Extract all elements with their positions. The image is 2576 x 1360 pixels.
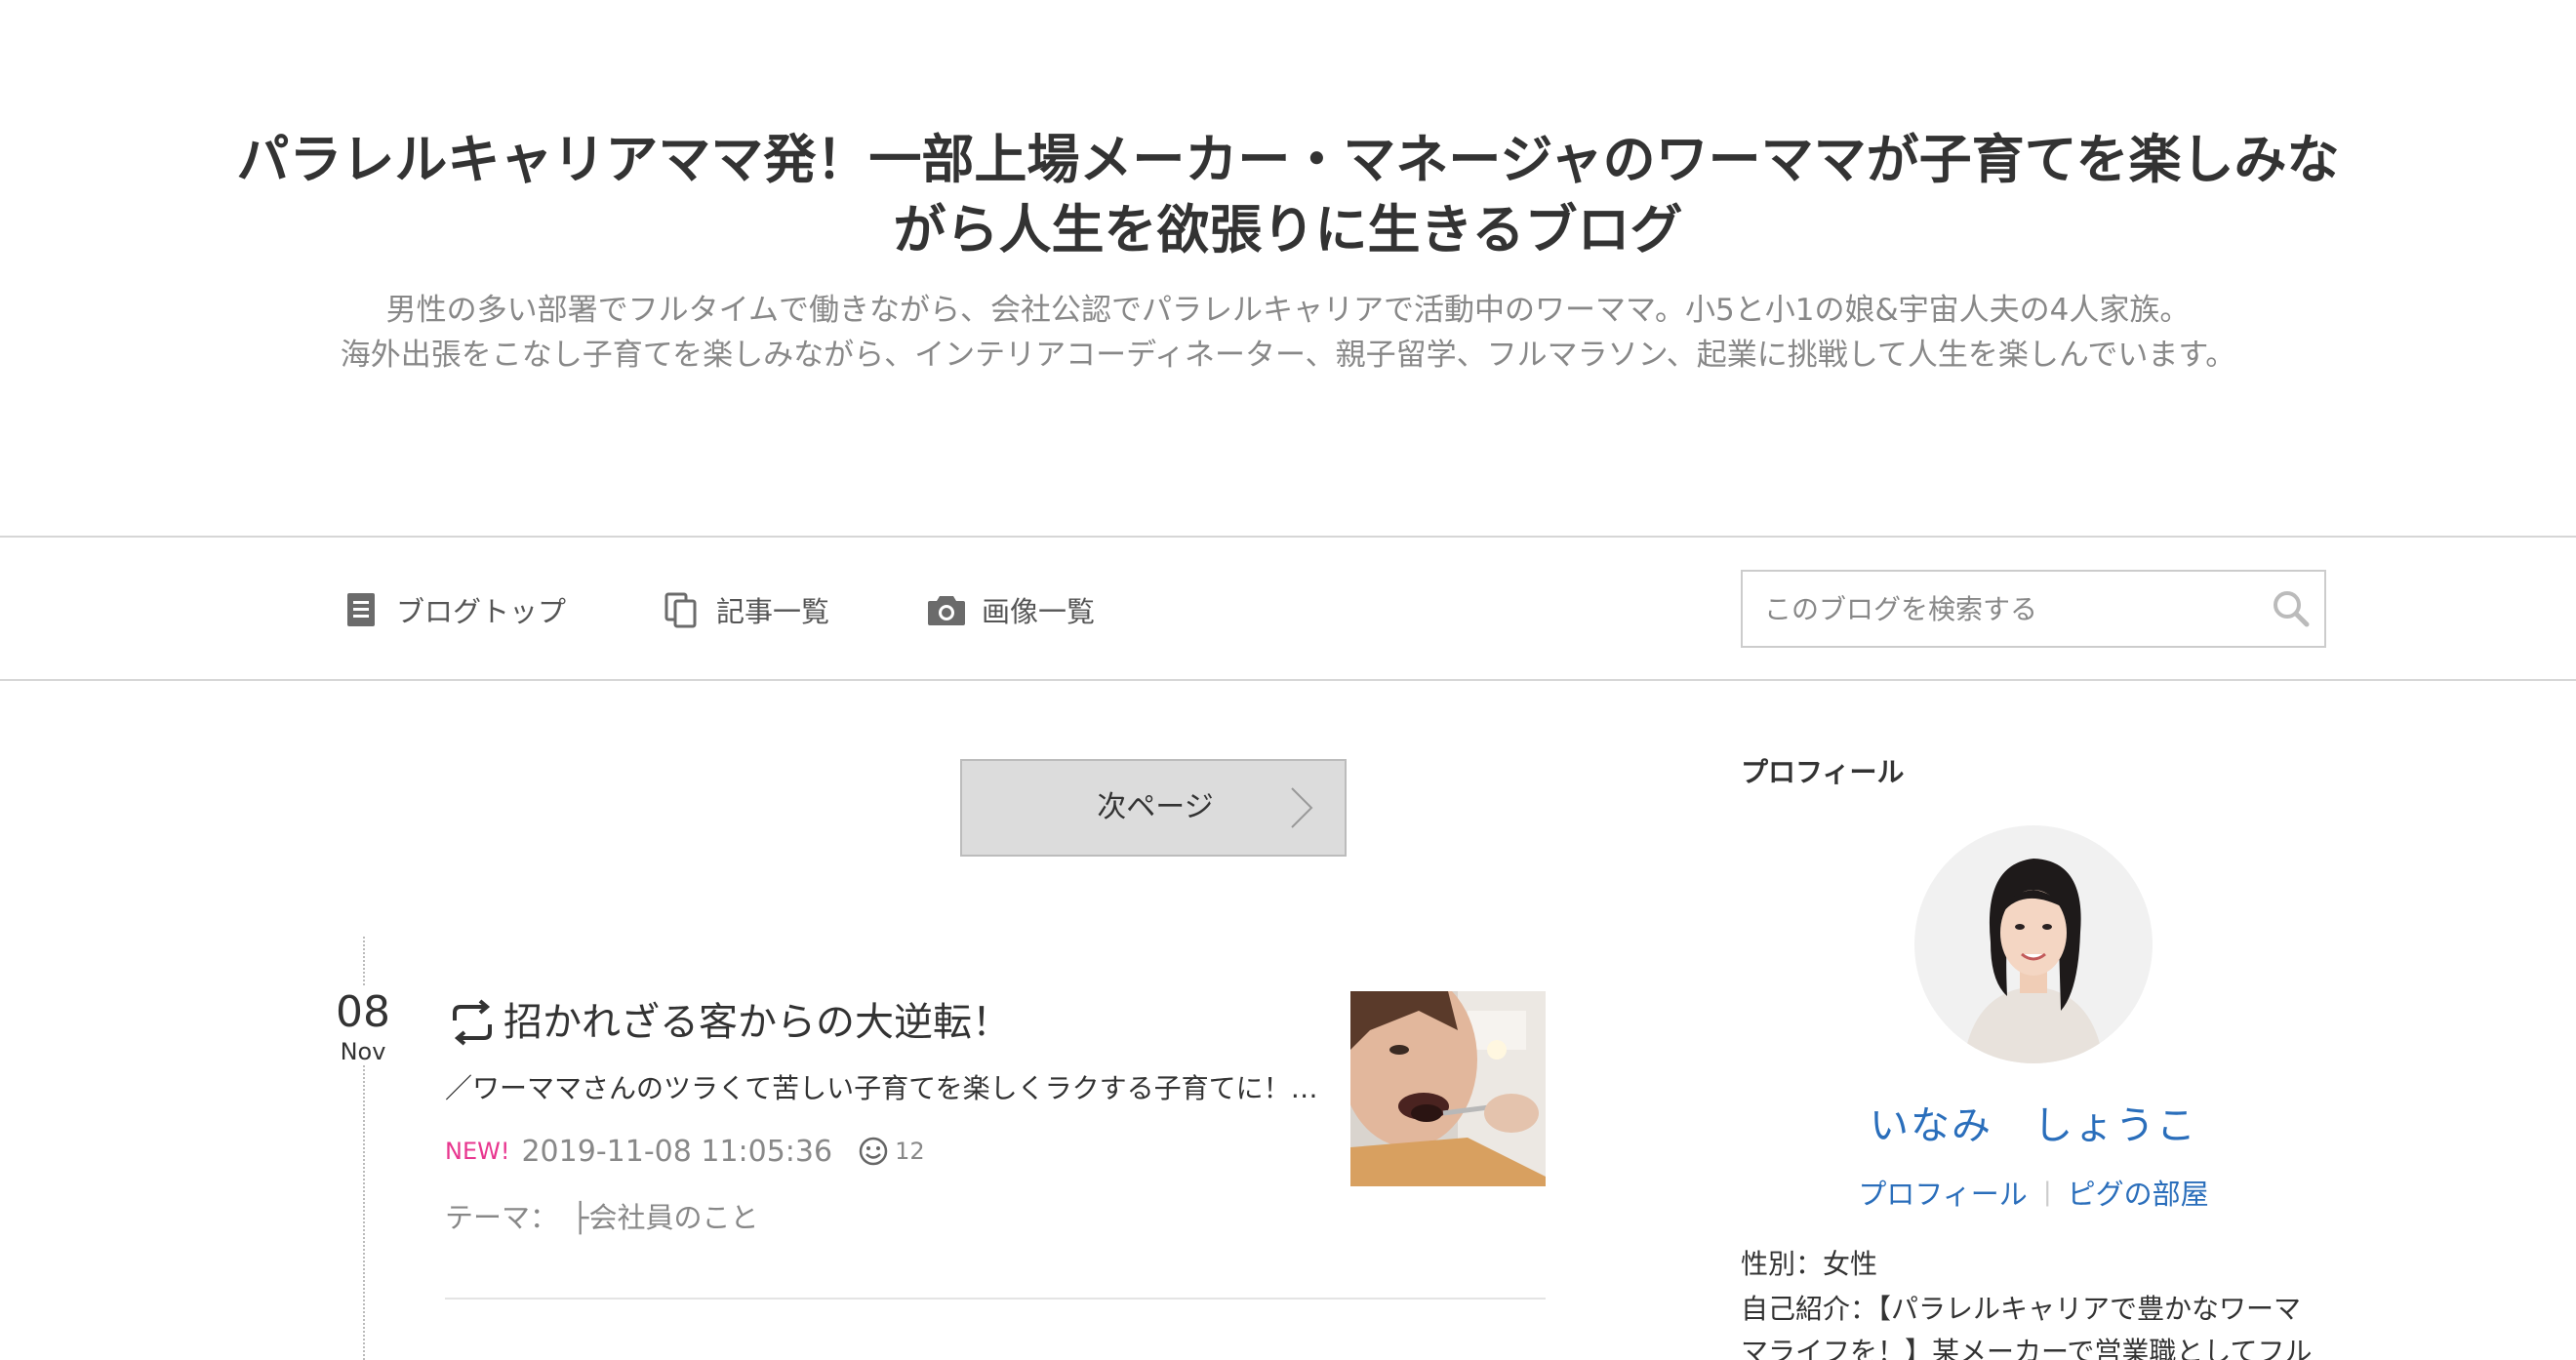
nav-entry-list[interactable]: 記事一覧	[662, 586, 829, 633]
reblog-icon	[447, 999, 498, 1046]
post-excerpt: ／ワーママさんのツラくて苦しい子育てを楽しくラクする子育てに！…	[445, 1072, 1318, 1104]
profile-links: プロフィール | ピグの部屋	[1741, 1171, 2326, 1214]
like-count[interactable]: 12	[895, 1138, 925, 1165]
blog-search	[1741, 570, 2326, 648]
blog-description: 男性の多い部署でフルタイムで働きながら、会社公認でパラレルキャリアで活動中のワー…	[224, 288, 2352, 378]
post-thumbnail[interactable]	[1350, 991, 1546, 1186]
nav-image-list-label: 画像一覧	[982, 595, 1096, 628]
blog-title[interactable]: パラレルキャリアママ発！一部上場メーカー・マネージャのワーママが子育てを楽しみな…	[224, 125, 2352, 265]
nav-entry-list-label: 記事一覧	[716, 595, 830, 628]
theme-link[interactable]: ├会社員のこと	[572, 1195, 758, 1236]
nav-image-list[interactable]: 画像一覧	[927, 586, 1095, 633]
post-day: 08	[336, 987, 390, 1037]
avatar[interactable]	[1914, 825, 2153, 1063]
sidebar-profile-heading: プロフィール	[1741, 756, 1905, 788]
copy-icon	[662, 590, 701, 629]
blog-nav-bar: ブログトップ 記事一覧 画像一覧	[0, 536, 2576, 681]
search-input[interactable]	[1743, 572, 2250, 646]
post-date: 08 Nov	[322, 987, 404, 1065]
post-meta: NEW! 2019-11-08 11:05:36 12	[445, 1132, 925, 1171]
profile-gender: 性別：女性	[1741, 1248, 1878, 1280]
post-title: 招かれざる客からの大逆転！	[503, 1000, 1011, 1045]
post-theme: テーマ： ├会社員のこと	[445, 1196, 758, 1235]
profile-name[interactable]: いなみ しょうこ	[1741, 1099, 2326, 1153]
link-separator: |	[2042, 1178, 2052, 1207]
camera-icon	[927, 590, 966, 629]
profile-intro: 自己紹介：【パラレルキャリアで豊かなワーママライフを！】某メーカーで営業職として…	[1741, 1293, 2313, 1360]
nav-blog-top[interactable]: ブログトップ	[342, 586, 566, 633]
page: パラレルキャリアママ発！一部上場メーカー・マネージャのワーママが子育てを楽しみな…	[0, 0, 2576, 1360]
profile-link[interactable]: プロフィール	[1858, 1172, 2027, 1213]
next-page-button[interactable]: 次ページ	[960, 759, 1347, 857]
search-icon[interactable]	[2270, 587, 2313, 630]
blog-description-line-2: 海外出張をこなし子育てを楽しみながら、インテリアコーディネーター、親子留学、フル…	[340, 338, 2236, 373]
pig-room-link[interactable]: ピグの部屋	[2068, 1172, 2209, 1213]
blog-header: パラレルキャリアママ発！一部上場メーカー・マネージャのワーママが子育てを楽しみな…	[0, 0, 2576, 536]
nav-blog-top-label: ブログトップ	[396, 595, 567, 628]
blog-description-line-1: 男性の多い部署でフルタイムで働きながら、会社公認でパラレルキャリアで活動中のワー…	[385, 293, 2191, 328]
post-datetime: 2019-11-08 11:05:36	[521, 1134, 833, 1169]
document-icon	[342, 590, 381, 629]
post-title-link[interactable]: 招かれざる客からの大逆転！	[447, 993, 1325, 1052]
theme-label: テーマ：	[445, 1201, 559, 1234]
post-month: Nov	[340, 1038, 386, 1065]
smile-icon[interactable]	[858, 1136, 889, 1167]
post-divider	[445, 1298, 1546, 1300]
chevron-right-icon	[1284, 784, 1319, 831]
new-badge: NEW!	[445, 1138, 510, 1165]
